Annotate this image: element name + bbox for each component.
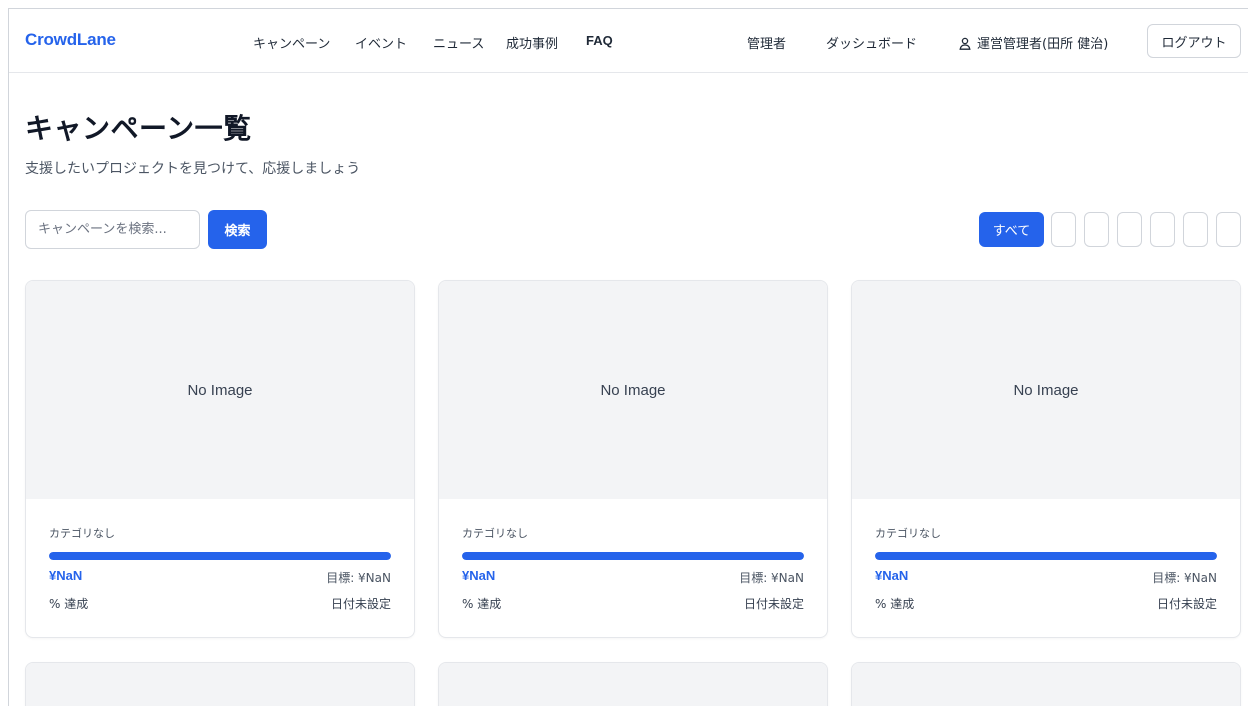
card-progress-fill — [462, 552, 804, 560]
nav-success-stories[interactable]: 成功事例 — [506, 33, 558, 52]
card-date: 日付未設定 — [1156, 597, 1217, 611]
filter-button-empty[interactable] — [1216, 212, 1241, 247]
card-category: カテゴリなし — [462, 527, 528, 540]
filter-button-empty[interactable] — [1051, 212, 1076, 247]
card-category: カテゴリなし — [875, 527, 941, 540]
card-image-placeholder — [852, 663, 1240, 706]
campaign-card[interactable]: No Image カテゴリなし ¥NaN 目標: ¥NaN % 達成 日付未設定 — [851, 280, 1241, 638]
filter-button-empty[interactable] — [1084, 212, 1109, 247]
card-percent: % 達成 — [462, 597, 502, 611]
filter-all-button[interactable]: すべて — [979, 212, 1044, 247]
campaign-card[interactable] — [851, 662, 1241, 706]
card-goal: 目標: ¥NaN — [739, 571, 804, 585]
card-raised-amount: ¥NaN — [49, 568, 83, 583]
card-image-placeholder: No Image — [439, 281, 827, 499]
logout-button[interactable]: ログアウト — [1147, 24, 1241, 58]
top-navbar: CrowdLane キャンペーン イベント ニュース 成功事例 FAQ 管理者 … — [9, 9, 1248, 73]
nav-faq[interactable]: FAQ — [586, 33, 613, 48]
filter-button-empty[interactable] — [1150, 212, 1175, 247]
card-progress-fill — [875, 552, 1217, 560]
card-image-placeholder — [439, 663, 827, 706]
card-progress-bar — [49, 552, 391, 560]
card-image-placeholder — [26, 663, 414, 706]
card-percent: % 達成 — [875, 597, 915, 611]
nav-events[interactable]: イベント — [355, 33, 407, 52]
user-name: 運営管理者(田所 健治) — [977, 37, 1109, 52]
card-goal: 目標: ¥NaN — [326, 571, 391, 585]
card-category: カテゴリなし — [49, 527, 115, 540]
card-raised-amount: ¥NaN — [462, 568, 496, 583]
card-progress-fill — [49, 552, 391, 560]
nav-news[interactable]: ニュース — [433, 33, 484, 52]
card-progress-bar — [875, 552, 1217, 560]
user-icon — [959, 37, 971, 50]
card-goal: 目標: ¥NaN — [1152, 571, 1217, 585]
app-window: CrowdLane キャンペーン イベント ニュース 成功事例 FAQ 管理者 … — [8, 8, 1248, 706]
card-date: 日付未設定 — [743, 597, 804, 611]
campaign-card[interactable] — [438, 662, 828, 706]
search-input[interactable] — [25, 210, 200, 249]
logo[interactable]: CrowdLane — [25, 30, 116, 50]
filter-button-empty[interactable] — [1183, 212, 1208, 247]
page-subtitle: 支援したいプロジェクトを見つけて、応援しましょう — [25, 161, 361, 177]
card-raised-amount: ¥NaN — [875, 568, 909, 583]
page-title: キャンペーン一覧 — [25, 112, 252, 145]
search-button[interactable]: 検索 — [208, 210, 267, 249]
dashboard-link[interactable]: ダッシュボード — [826, 33, 917, 52]
card-image-placeholder: No Image — [26, 281, 414, 499]
nav-campaigns[interactable]: キャンペーン — [253, 33, 330, 52]
card-image-placeholder: No Image — [852, 281, 1240, 499]
campaign-card[interactable]: No Image カテゴリなし ¥NaN 目標: ¥NaN % 達成 日付未設定 — [25, 280, 415, 638]
card-progress-bar — [462, 552, 804, 560]
card-percent: % 達成 — [49, 597, 89, 611]
campaign-card[interactable] — [25, 662, 415, 706]
user-menu[interactable]: 運営管理者(田所 健治) — [959, 33, 1108, 52]
card-date: 日付未設定 — [330, 597, 391, 611]
filter-button-empty[interactable] — [1117, 212, 1142, 247]
admin-link[interactable]: 管理者 — [747, 33, 786, 52]
campaign-card[interactable]: No Image カテゴリなし ¥NaN 目標: ¥NaN % 達成 日付未設定 — [438, 280, 828, 638]
